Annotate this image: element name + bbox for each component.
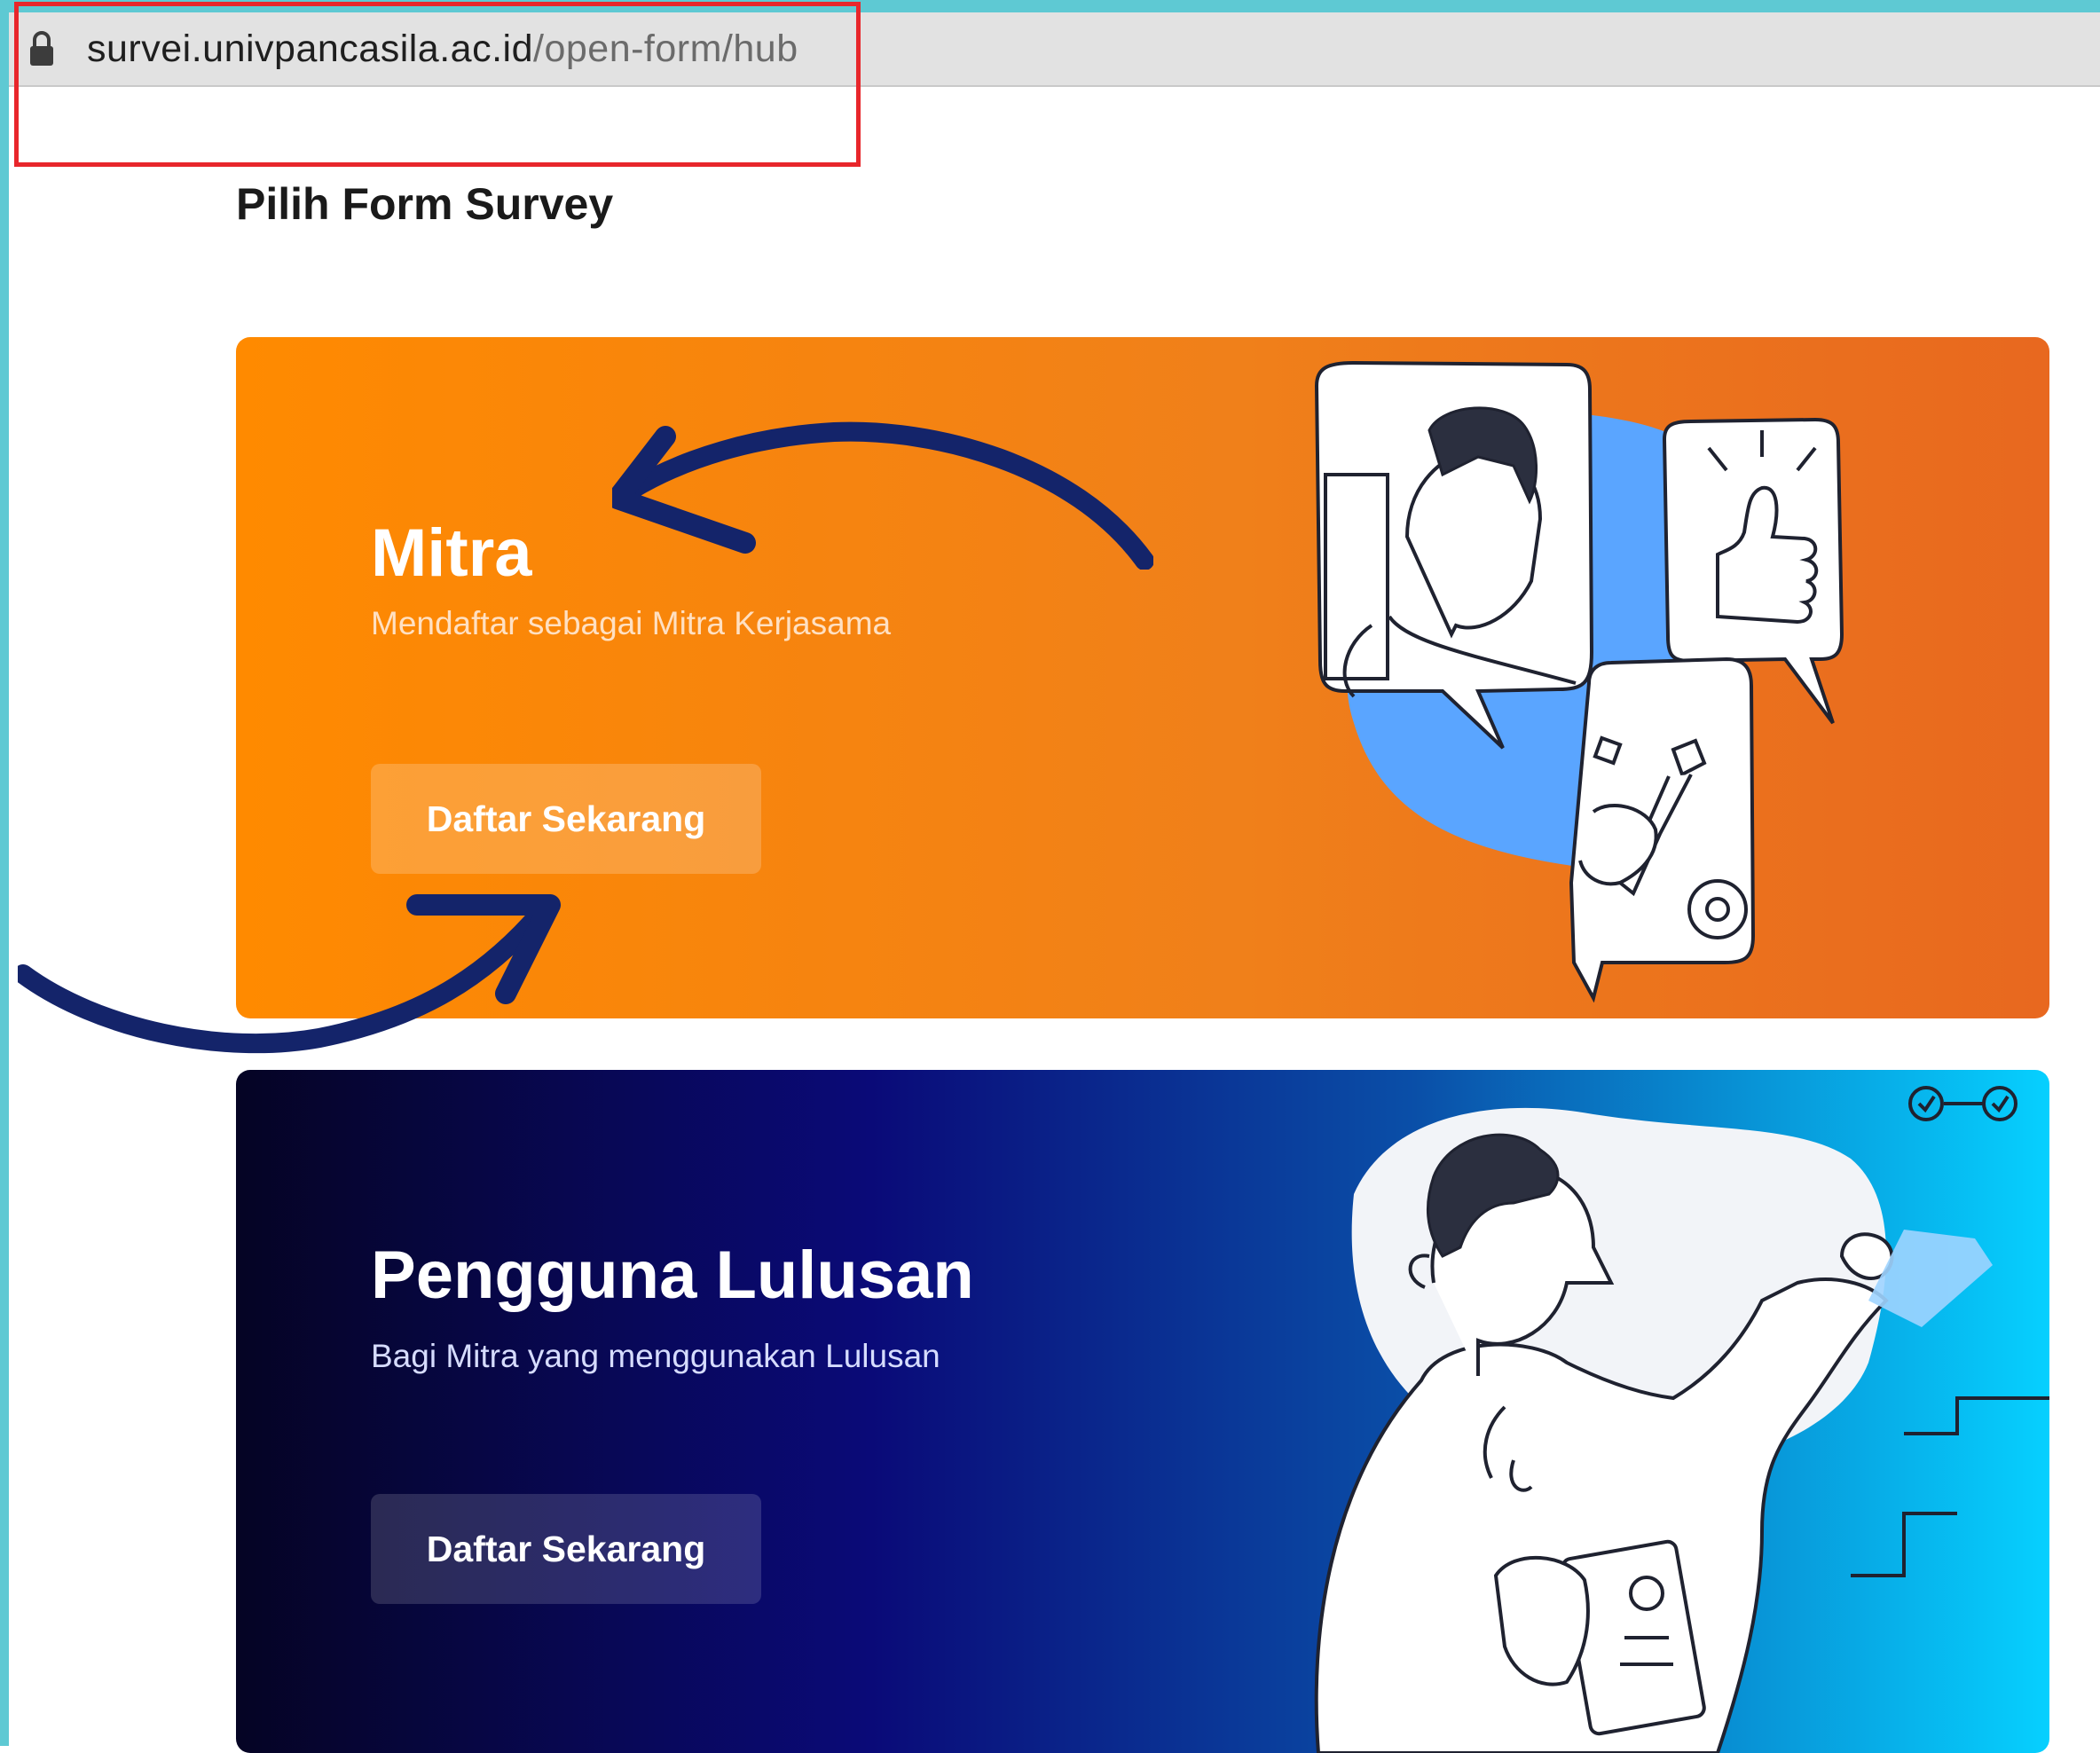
daftar-sekarang-mitra-button[interactable]: Daftar Sekarang [371,764,761,874]
mitra-illustration [1314,360,1844,1002]
annotation-highlight-box [14,2,861,167]
card-pengguna-lulusan-subtitle: Bagi Mitra yang menggunakan Lulusan [371,1338,940,1374]
card-mitra: Mitra Mendaftar sebagai Mitra Kerjasama … [236,337,2049,1018]
card-pengguna-lulusan-title: Pengguna Lulusan [371,1238,974,1313]
pengguna-lulusan-illustration [1314,1086,2049,1753]
card-mitra-subtitle: Mendaftar sebagai Mitra Kerjasama [371,605,892,641]
page-title: Pilih Form Survey [236,179,614,229]
window-frame-left [0,0,9,1746]
card-pengguna-lulusan: Pengguna Lulusan Bagi Mitra yang menggun… [236,1070,2049,1753]
daftar-sekarang-pengguna-lulusan-button[interactable]: Daftar Sekarang [371,1494,761,1604]
card-mitra-title: Mitra [371,515,532,591]
